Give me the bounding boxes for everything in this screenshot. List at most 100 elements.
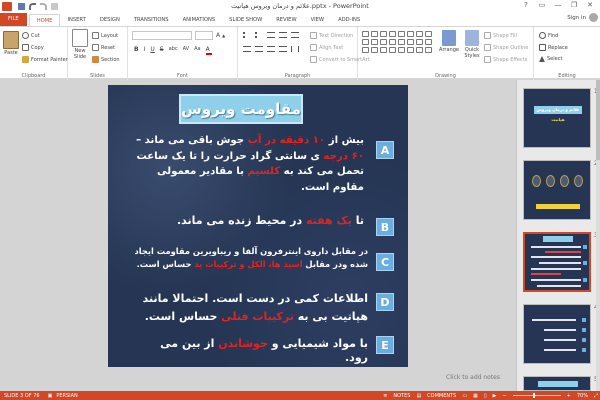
line-spacing-icon[interactable] <box>291 32 299 38</box>
increase-indent-icon[interactable] <box>279 32 287 38</box>
shadow-button[interactable]: abc <box>169 46 178 55</box>
thumbnail-slide-1[interactable]: علائم و درمان ویروس هپاتیت <box>523 88 591 148</box>
paste-button[interactable]: Paste <box>3 31 19 56</box>
font-grow-button[interactable]: A ▲ <box>216 32 225 39</box>
paragraph-a[interactable]: بیش از ۱۰ دقیقه در آب جوش باقی می ماند –… <box>124 133 364 195</box>
sign-in-link[interactable]: Sign in <box>567 15 586 21</box>
save-icon[interactable] <box>18 2 25 10</box>
zoom-slider[interactable] <box>512 393 561 398</box>
paragraph-d[interactable]: اطلاعات کمی در دست است. احتمالا مانند هپ… <box>122 290 368 326</box>
tab-review[interactable]: REVIEW <box>269 14 303 26</box>
tab-slide-show[interactable]: SLIDE SHOW <box>222 14 269 26</box>
font-name-box[interactable] <box>132 31 192 40</box>
reading-view-icon[interactable]: ▯ <box>484 393 487 399</box>
justify-icon[interactable] <box>279 46 287 52</box>
thumbnail-slide-5[interactable] <box>523 376 591 391</box>
tab-transitions[interactable]: TRANSITIONS <box>127 14 176 26</box>
tab-view[interactable]: VIEW <box>304 14 332 26</box>
ribbon-display-icon[interactable]: ▭ <box>534 0 550 11</box>
bold-button[interactable]: B <box>134 46 139 55</box>
font-size-box[interactable] <box>195 31 213 40</box>
reset-button[interactable]: Reset <box>92 44 115 51</box>
cursor-icon <box>539 56 545 62</box>
select-button[interactable]: Select <box>539 56 562 62</box>
replace-button[interactable]: Replace <box>539 44 568 51</box>
comments-icon[interactable]: ▤ <box>416 393 421 399</box>
shapes-gallery[interactable] <box>362 31 432 53</box>
spacing-button[interactable]: AV <box>183 46 190 55</box>
slide-title[interactable]: مقاومت ویروس <box>179 94 303 124</box>
shape-outline-button[interactable]: Shape Outline <box>484 44 528 51</box>
slide-sorter-icon[interactable]: ▦ <box>473 393 478 399</box>
find-button[interactable]: Find <box>539 32 558 39</box>
thumb-5-heading <box>538 381 578 387</box>
tab-file[interactable]: FILE <box>0 13 27 26</box>
thumbnail-slide-2[interactable] <box>523 160 591 220</box>
numbering-icon[interactable] <box>255 32 263 38</box>
shape-effects-button[interactable]: Shape Effects <box>484 56 527 63</box>
account-avatar[interactable] <box>589 13 598 22</box>
format-painter-button[interactable]: Format Painter <box>22 56 68 63</box>
normal-view-icon[interactable]: ▭ <box>462 393 467 399</box>
align-right-icon[interactable] <box>267 46 275 52</box>
italic-button[interactable]: I <box>144 46 146 55</box>
help-icon[interactable]: ? <box>518 0 534 11</box>
zoom-in-icon[interactable]: + <box>567 393 571 399</box>
text-direction-button[interactable]: Text Direction <box>310 32 353 39</box>
tab-home[interactable]: HOME <box>28 14 61 26</box>
spellcheck-icon[interactable]: ▣ <box>48 393 53 399</box>
restore-button[interactable]: ❐ <box>566 0 582 11</box>
bullets-icon[interactable] <box>243 32 251 38</box>
decrease-indent-icon[interactable] <box>267 32 275 38</box>
badge-c: C <box>376 253 394 271</box>
new-slide-button[interactable]: New Slide <box>71 29 89 60</box>
redo-icon[interactable] <box>40 2 47 10</box>
close-button[interactable]: ✕ <box>582 0 598 11</box>
shape-fill-button[interactable]: Shape Fill <box>484 32 517 39</box>
tab-add-ins[interactable]: ADD-INS <box>331 14 367 26</box>
paragraph-b[interactable]: تا یک هفته در محیط زنده می ماند. <box>128 213 364 228</box>
quick-styles-button[interactable]: Quick Styles <box>462 30 482 59</box>
slideshow-view-icon[interactable]: ▶ <box>493 393 497 399</box>
badge-a: A <box>376 141 394 159</box>
undo-icon[interactable] <box>29 2 36 10</box>
notes-button[interactable]: NOTES <box>393 393 410 399</box>
cut-button[interactable]: Cut <box>22 32 40 39</box>
tab-animations[interactable]: ANIMATIONS <box>176 14 223 26</box>
current-slide[interactable]: مقاومت ویروس بیش از ۱۰ دقیقه در آب جوش ب… <box>108 85 408 367</box>
copy-button[interactable]: Copy <box>22 44 44 51</box>
notes-icon[interactable]: ≡ <box>383 393 387 399</box>
comments-button[interactable]: COMMENTS <box>427 393 456 399</box>
notes-placeholder[interactable]: Click to add notes <box>446 374 500 381</box>
section-button[interactable]: Section <box>92 56 120 63</box>
underline-button[interactable]: U <box>150 46 154 55</box>
zoom-slider-thumb[interactable] <box>532 393 535 398</box>
zoom-out-icon[interactable]: − <box>502 393 506 399</box>
magnifier-icon <box>539 32 546 39</box>
arrange-button[interactable]: Arrange <box>438 30 460 53</box>
slideshow-start-icon[interactable] <box>51 2 58 10</box>
change-case-button[interactable]: Aa <box>194 46 200 55</box>
badge-b: B <box>376 218 394 236</box>
language-indicator[interactable]: PERSIAN <box>56 393 77 399</box>
font-color-button[interactable]: A <box>205 46 212 55</box>
strikethrough-button[interactable]: S <box>160 46 164 55</box>
fit-slide-icon[interactable]: ⤢ <box>594 393 598 399</box>
zoom-level[interactable]: 70% <box>577 393 588 399</box>
tab-design[interactable]: DESIGN <box>93 14 127 26</box>
thumbnail-slide-3-selected[interactable] <box>523 232 591 292</box>
columns-icon[interactable] <box>291 46 299 52</box>
layout-button[interactable]: Layout <box>92 32 118 39</box>
align-center-icon[interactable] <box>255 46 263 52</box>
minimize-button[interactable]: — <box>550 0 566 11</box>
align-text-button[interactable]: Align Text <box>310 44 343 51</box>
badge-e: E <box>376 336 394 354</box>
paragraph-c[interactable]: در مقابل داروی اینترفرون آلفا و ریباویری… <box>122 245 368 270</box>
tab-insert[interactable]: INSERT <box>60 14 92 26</box>
editing-group: Find Replace Select Editing <box>534 27 600 80</box>
thumbnails-scrollbar[interactable] <box>596 80 600 391</box>
align-left-icon[interactable] <box>243 46 251 52</box>
paragraph-e[interactable]: با مواد شیمیایی و جوشاندن از بین می رود. <box>138 337 368 365</box>
thumbnails-scroll-thumb[interactable] <box>596 80 600 160</box>
thumbnail-slide-4[interactable] <box>523 304 591 364</box>
